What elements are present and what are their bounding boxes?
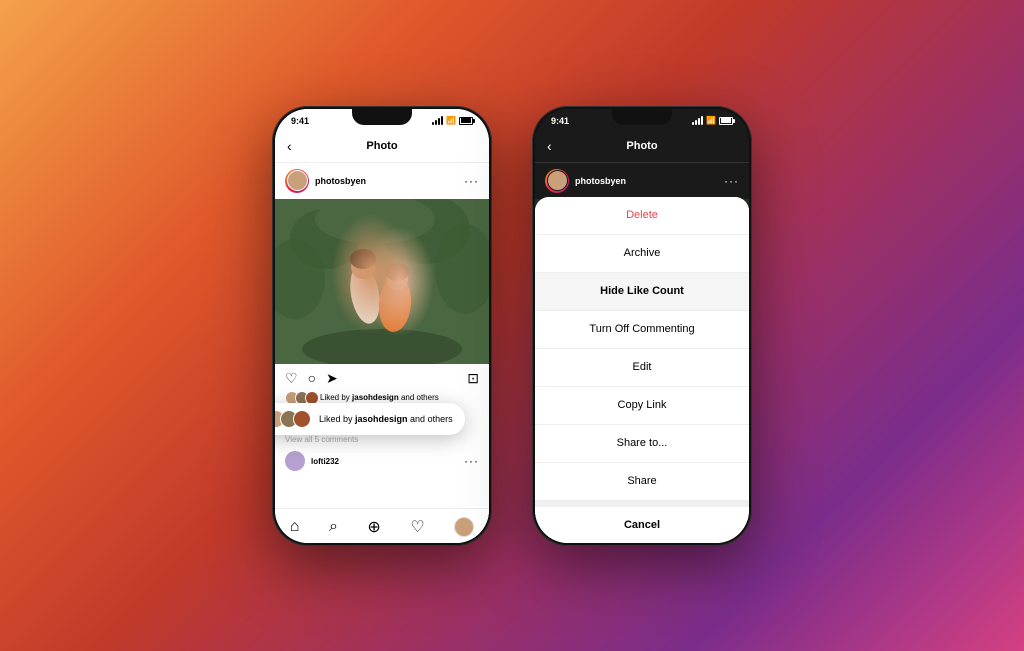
commenter-avatar <box>285 451 305 471</box>
signal-icon <box>432 116 443 125</box>
action-share-to[interactable]: Share to... <box>535 425 749 463</box>
more-button-left[interactable]: ··· <box>464 174 479 188</box>
action-copy-link[interactable]: Copy Link <box>535 387 749 425</box>
share-icon[interactable]: ➤ <box>326 370 338 387</box>
username-left[interactable]: photosbyen <box>315 176 458 186</box>
action-hide-like-count[interactable]: Hide Like Count <box>535 273 749 311</box>
add-icon[interactable]: ⊕ <box>367 517 380 537</box>
action-sheet: Delete Archive Hide Like Count Turn Off … <box>535 197 749 543</box>
popup-text: Liked by jasohdesign and others <box>319 414 453 424</box>
popup-avatars <box>275 410 306 428</box>
nav-bar-left: ‹ Photo <box>275 131 489 163</box>
nav-title-left: Photo <box>366 140 397 152</box>
likes-text: Liked by jasohdesign and others <box>320 393 439 402</box>
action-sheet-overlay: Delete Archive Hide Like Count Turn Off … <box>535 109 749 543</box>
save-icon[interactable]: ⊡ <box>467 370 479 387</box>
view-comments-left[interactable]: View all 5 comments <box>275 435 489 447</box>
back-button-left[interactable]: ‹ <box>287 138 292 154</box>
phone-right: 9:41 📶 ‹ Photo <box>532 106 752 546</box>
search-icon[interactable]: ⌕ <box>329 518 338 536</box>
action-bar-left: ♡ ○ ➤ ⊡ <box>275 364 489 391</box>
notch-left <box>352 109 412 125</box>
commenter-name[interactable]: lofti232 <box>311 457 339 466</box>
like-icon[interactable]: ♡ <box>285 370 298 387</box>
post-header-left: photosbyen ··· <box>275 163 489 199</box>
bottom-nav-left: ⌂ ⌕ ⊕ ♡ <box>275 508 489 543</box>
action-turn-off-commenting[interactable]: Turn Off Commenting <box>535 311 749 349</box>
phone-right-screen: 9:41 📶 ‹ Photo <box>535 109 749 543</box>
battery-icon <box>459 117 473 125</box>
action-edit[interactable]: Edit <box>535 349 749 387</box>
action-delete[interactable]: Delete <box>535 197 749 235</box>
post-photo-left <box>275 199 489 364</box>
comment-icon[interactable]: ○ <box>308 370 316 386</box>
action-cancel[interactable]: Cancel <box>535 501 749 543</box>
time-left: 9:41 <box>291 116 309 126</box>
action-archive[interactable]: Archive <box>535 235 749 273</box>
home-icon[interactable]: ⌂ <box>290 518 300 536</box>
phone-left-screen: 9:41 📶 ‹ Photo <box>275 109 489 543</box>
activity-icon[interactable]: ♡ <box>410 517 424 537</box>
status-icons-left: 📶 <box>432 116 473 125</box>
comment-more[interactable]: ··· <box>464 454 479 468</box>
photo-svg <box>275 199 489 364</box>
action-share[interactable]: Share <box>535 463 749 501</box>
liked-popup: Liked by jasohdesign and others <box>275 403 465 435</box>
wifi-icon: 📶 <box>446 116 456 125</box>
avatar-left[interactable] <box>285 169 309 193</box>
phone-left: 9:41 📶 ‹ Photo <box>272 106 492 546</box>
profile-icon[interactable] <box>454 517 474 537</box>
comment-row-left: lofti232 ··· <box>275 447 489 475</box>
